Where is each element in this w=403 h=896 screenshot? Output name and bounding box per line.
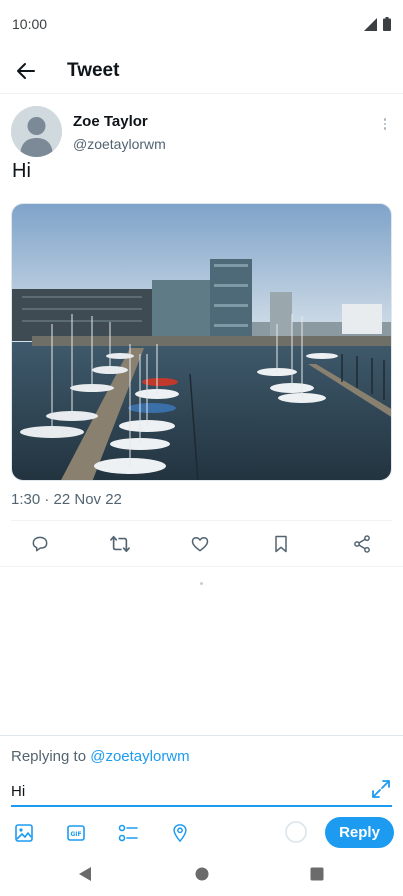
author-name[interactable]: Zoe Taylor [73,113,148,130]
reply-icon [32,536,48,552]
expand-icon [372,780,390,798]
image-button[interactable] [12,821,36,845]
square-recents-icon [310,867,324,881]
default-avatar-icon [11,106,62,157]
composer-toolbar: GIF Reply [0,816,403,850]
bookmark-icon [275,535,287,553]
gif-icon: GIF [67,825,85,841]
character-count-ring [285,821,307,843]
poll-button[interactable] [116,821,140,845]
tweet-timestamp: 1:30 · 22 Nov 22 [11,491,122,508]
nav-back-button[interactable] [76,865,94,883]
gif-button[interactable]: GIF [64,821,88,845]
expand-composer-button[interactable] [371,779,391,799]
status-time: 10:00 [12,16,48,32]
location-icon [173,824,187,842]
more-options-button[interactable] [377,114,393,134]
signal-icon [364,17,377,31]
page-title: Tweet [67,59,120,81]
image-icon [15,824,33,842]
harbour-photo [12,204,391,480]
divider [11,520,392,521]
tweet-text: Hi [12,160,31,182]
bookmark-action-button[interactable] [267,530,295,558]
svg-text:GIF: GIF [70,831,81,838]
location-button[interactable] [168,821,192,845]
tweet-header: Zoe Taylor @zoetaylorwm [11,104,393,160]
app-bar: Tweet [0,48,403,94]
battery-icon [383,17,391,31]
arrow-left-icon [17,62,35,79]
like-action-button[interactable] [186,530,214,558]
input-underline [11,805,392,807]
reply-button[interactable]: Reply [325,817,394,848]
back-button[interactable] [0,48,52,94]
loading-indicator [200,582,203,585]
tweet-media[interactable] [11,203,392,481]
like-icon [191,537,209,552]
circle-home-icon [195,867,209,881]
system-nav-bar [0,852,403,896]
replying-handle[interactable]: @zoetaylorwm [90,748,189,765]
replying-to: Replying to @zoetaylorwm [11,748,190,765]
more-dot [383,127,387,130]
triangle-back-icon [79,867,91,881]
divider [0,566,403,567]
status-icons [364,17,391,31]
tweet-actions [0,522,403,566]
share-action-button[interactable] [348,530,376,558]
status-bar: 10:00 [0,0,403,48]
retweet-icon [110,535,130,553]
share-icon [354,535,370,553]
reply-input[interactable] [11,777,381,805]
nav-recents-button[interactable] [308,865,326,883]
poll-icon [118,824,138,842]
author-handle[interactable]: @zoetaylorwm [73,136,166,152]
replying-prefix: Replying to [11,748,87,765]
more-dot [383,122,387,126]
more-dot [383,118,387,121]
reply-action-button[interactable] [26,530,54,558]
nav-home-button[interactable] [193,865,211,883]
retweet-action-button[interactable] [106,530,134,558]
avatar[interactable] [11,106,62,157]
